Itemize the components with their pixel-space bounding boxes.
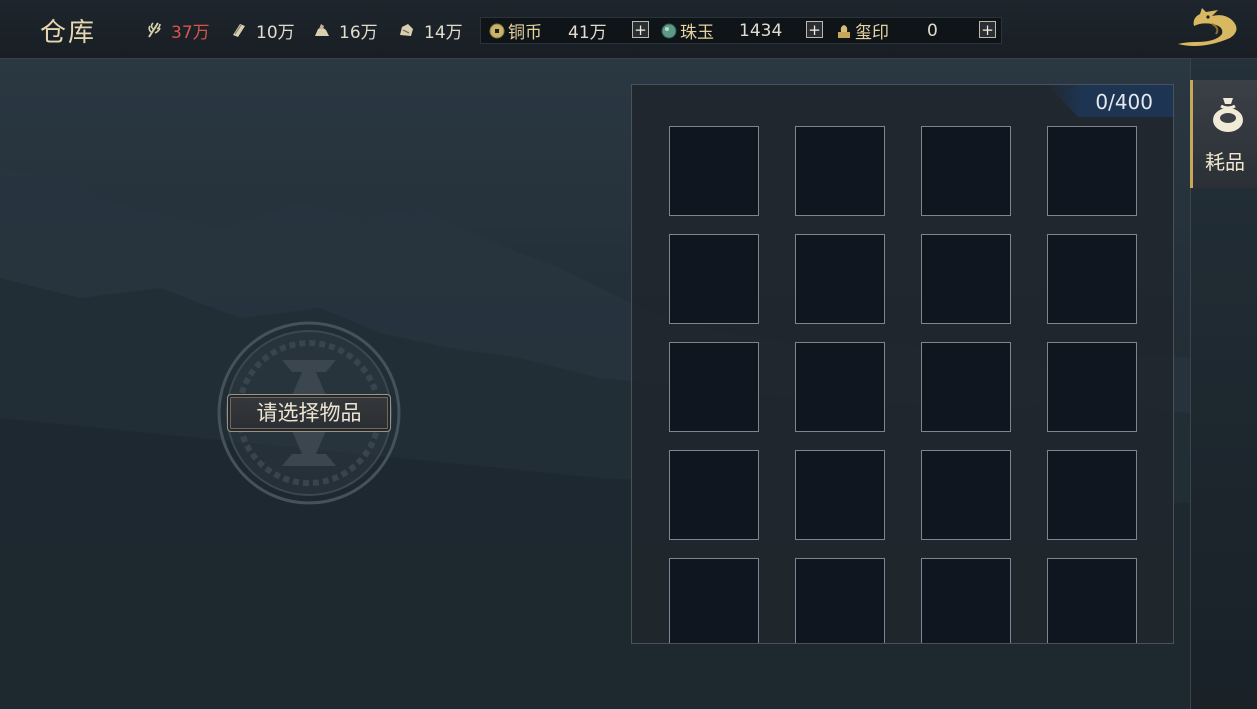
inventory-slot[interactable] bbox=[1047, 126, 1137, 216]
inventory-slot[interactable] bbox=[669, 234, 759, 324]
inventory-slot[interactable] bbox=[1047, 234, 1137, 324]
tab-label: 耗品 bbox=[1205, 150, 1245, 174]
resource-value: 37万 bbox=[171, 22, 210, 43]
currency-name: 玺印 bbox=[855, 23, 889, 43]
inventory-slot[interactable] bbox=[669, 450, 759, 540]
resource-value: 10万 bbox=[256, 22, 295, 43]
currency-name: 珠玉 bbox=[680, 23, 714, 43]
resource-value: 16万 bbox=[339, 22, 378, 43]
add-copper-button[interactable]: + bbox=[632, 21, 649, 38]
currency-seal: 玺印 0 bbox=[836, 18, 996, 43]
select-item-prompt: 请选择物品 bbox=[227, 394, 391, 432]
currency-name: 铜币 bbox=[508, 23, 542, 43]
inventory-slot[interactable] bbox=[795, 126, 885, 216]
inventory-slot[interactable] bbox=[669, 342, 759, 432]
resource-stone: 16万 bbox=[313, 18, 378, 43]
inventory-slot[interactable] bbox=[669, 558, 759, 643]
inventory-slot[interactable] bbox=[795, 234, 885, 324]
inventory-slot[interactable] bbox=[921, 450, 1011, 540]
wood-icon bbox=[233, 24, 245, 37]
resource-wood: 10万 bbox=[230, 18, 295, 43]
copper-coin-icon bbox=[489, 23, 505, 38]
inventory-slot[interactable] bbox=[921, 342, 1011, 432]
capacity-count: 0/400 bbox=[1095, 90, 1153, 114]
resource-grain: 37万 bbox=[145, 18, 210, 43]
pouch-icon bbox=[1213, 98, 1243, 132]
resource-value: 14万 bbox=[424, 22, 463, 43]
inventory-slot[interactable] bbox=[1047, 558, 1137, 643]
inventory-slot[interactable] bbox=[669, 126, 759, 216]
iron-icon bbox=[400, 24, 413, 36]
inventory-slot[interactable] bbox=[795, 342, 885, 432]
stone-icon bbox=[315, 24, 329, 36]
top-bar: 仓库 37万 10万 16万 14万 铜币 41万 + 珠玉 1434 + 玺印… bbox=[0, 0, 1257, 59]
dragon-logo-icon[interactable] bbox=[1172, 4, 1244, 52]
inventory-slot[interactable] bbox=[1047, 342, 1137, 432]
inventory-slot[interactable] bbox=[921, 558, 1011, 643]
inventory-slot[interactable] bbox=[921, 126, 1011, 216]
add-jade-button[interactable]: + bbox=[806, 21, 823, 38]
inventory-panel: 0/400 bbox=[631, 84, 1174, 644]
add-seal-button[interactable]: + bbox=[979, 21, 996, 38]
inventory-slot[interactable] bbox=[1047, 450, 1137, 540]
currency-value: 0 bbox=[927, 20, 938, 41]
currency-value: 1434 bbox=[739, 20, 783, 41]
resource-iron: 14万 bbox=[398, 18, 463, 43]
tab-consumables[interactable]: 耗品 bbox=[1190, 80, 1257, 188]
inventory-slot[interactable] bbox=[795, 558, 885, 643]
grain-icon bbox=[148, 22, 161, 38]
inventory-slot[interactable] bbox=[921, 234, 1011, 324]
jade-icon bbox=[661, 23, 677, 38]
currency-panel: 铜币 41万 + 珠玉 1434 + 玺印 0 + bbox=[480, 17, 1002, 44]
inventory-slot[interactable] bbox=[795, 450, 885, 540]
seal-icon bbox=[838, 24, 850, 38]
currency-value: 41万 bbox=[568, 23, 607, 43]
page-title: 仓库 bbox=[40, 18, 97, 48]
